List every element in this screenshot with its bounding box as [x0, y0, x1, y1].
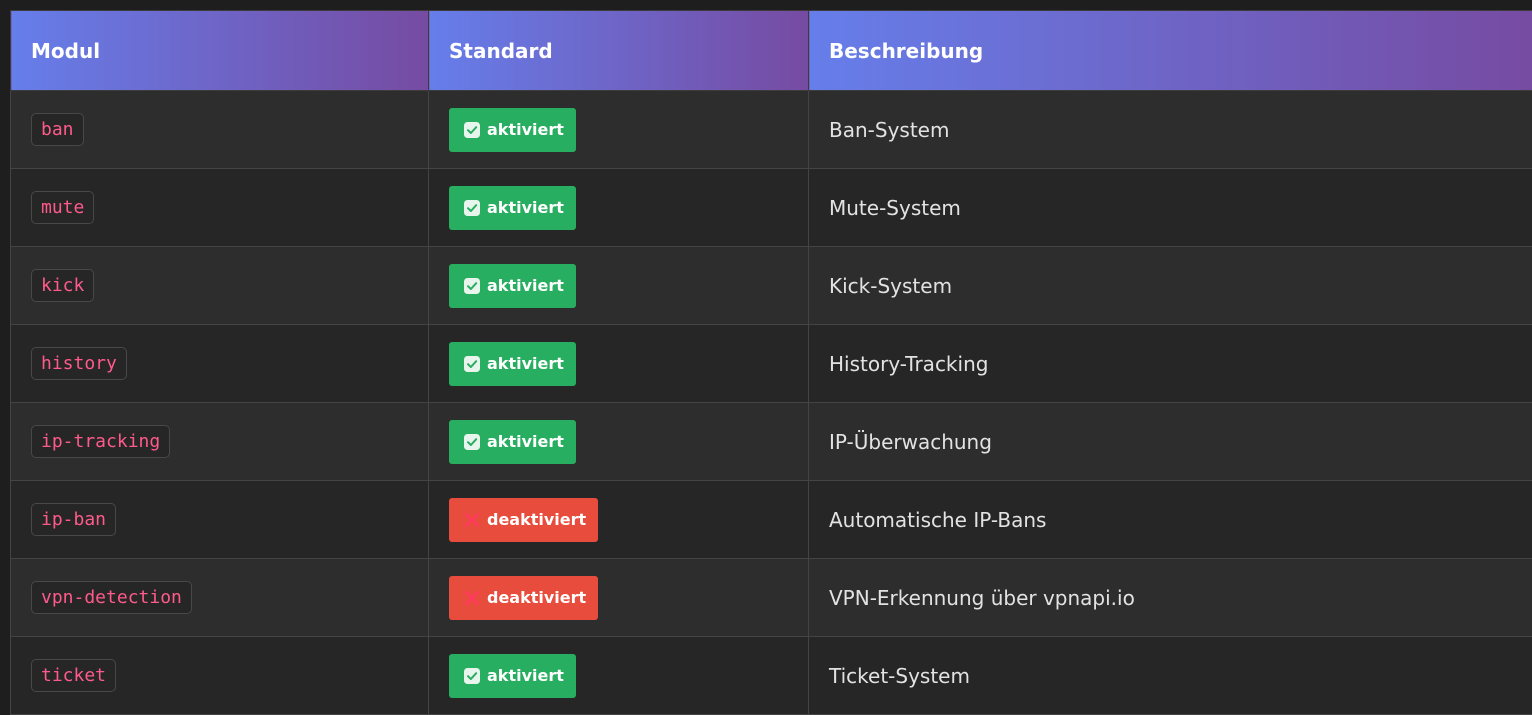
table-row: history aktiviert History-Tracking [10, 324, 1532, 403]
module-cell: ip-ban [10, 480, 429, 559]
status-label: deaktiviert [487, 510, 587, 529]
status-label: aktiviert [487, 354, 564, 373]
status-badge: aktiviert [449, 185, 576, 230]
status-label: aktiviert [487, 276, 564, 295]
cross-mark-icon [463, 589, 481, 607]
module-name: ticket [31, 658, 117, 693]
status-label: deaktiviert [487, 588, 587, 607]
description-cell: Ticket-System [808, 636, 1532, 715]
module-name: ip-ban [31, 502, 117, 537]
table-header-row: Modul Standard Beschreibung [10, 10, 1532, 91]
table-row: ban aktiviert Ban-System [10, 90, 1532, 169]
status-badge: aktiviert [449, 341, 576, 386]
description-cell: Kick-System [808, 246, 1532, 325]
check-box-icon [463, 667, 481, 685]
description-cell: Ban-System [808, 90, 1532, 169]
table-row: ticket aktiviert Ticket-System [10, 636, 1532, 715]
default-cell: deaktiviert [428, 558, 809, 637]
module-cell: mute [10, 168, 429, 247]
status-label: aktiviert [487, 666, 564, 685]
table-row: kick aktiviert Kick-System [10, 246, 1532, 325]
check-box-icon [463, 277, 481, 295]
description-cell: Automatische IP-Bans [808, 480, 1532, 559]
module-name: history [31, 346, 127, 381]
check-box-icon [463, 355, 481, 373]
status-label: aktiviert [487, 120, 564, 139]
description-cell: Mute-System [808, 168, 1532, 247]
module-cell: ban [10, 90, 429, 169]
module-cell: ip-tracking [10, 402, 429, 481]
default-cell: aktiviert [428, 636, 809, 715]
status-badge: aktiviert [449, 419, 576, 464]
table-row: ip-ban deaktiviert Automatische IP-Bans [10, 480, 1532, 559]
header-description: Beschreibung [808, 10, 1532, 91]
status-badge: deaktiviert [449, 575, 599, 620]
status-label: aktiviert [487, 198, 564, 217]
default-cell: aktiviert [428, 246, 809, 325]
module-cell: kick [10, 246, 429, 325]
status-badge: aktiviert [449, 653, 576, 698]
cross-mark-icon [463, 511, 481, 529]
module-name: mute [31, 190, 95, 225]
check-box-icon [463, 199, 481, 217]
description-cell: IP-Überwachung [808, 402, 1532, 481]
check-box-icon [463, 433, 481, 451]
modules-table: Modul Standard Beschreibung ban aktiviert… [10, 10, 1532, 715]
module-cell: vpn-detection [10, 558, 429, 637]
table-row: mute aktiviert Mute-System [10, 168, 1532, 247]
module-name: ip-tracking [31, 424, 171, 459]
header-module: Modul [10, 10, 429, 91]
description-cell: VPN-Erkennung über vpnapi.io [808, 558, 1532, 637]
module-cell: history [10, 324, 429, 403]
table-row: ip-tracking aktiviert IP-Überwachung [10, 402, 1532, 481]
default-cell: aktiviert [428, 90, 809, 169]
module-name: ban [31, 112, 84, 147]
status-badge: deaktiviert [449, 497, 599, 542]
status-badge: aktiviert [449, 107, 576, 152]
table-body: ban aktiviert Ban-System mute aktiviert Mute-… [10, 90, 1532, 715]
modules-table-container: Modul Standard Beschreibung ban aktiviert… [10, 10, 1532, 715]
description-cell: History-Tracking [808, 324, 1532, 403]
module-name: kick [31, 268, 95, 303]
default-cell: deaktiviert [428, 480, 809, 559]
status-label: aktiviert [487, 432, 564, 451]
module-name: vpn-detection [31, 580, 192, 615]
header-default: Standard [428, 10, 809, 91]
default-cell: aktiviert [428, 324, 809, 403]
check-box-icon [463, 121, 481, 139]
table-row: vpn-detection deaktiviert VPN-Erkennung üb… [10, 558, 1532, 637]
module-cell: ticket [10, 636, 429, 715]
default-cell: aktiviert [428, 402, 809, 481]
status-badge: aktiviert [449, 263, 576, 308]
default-cell: aktiviert [428, 168, 809, 247]
